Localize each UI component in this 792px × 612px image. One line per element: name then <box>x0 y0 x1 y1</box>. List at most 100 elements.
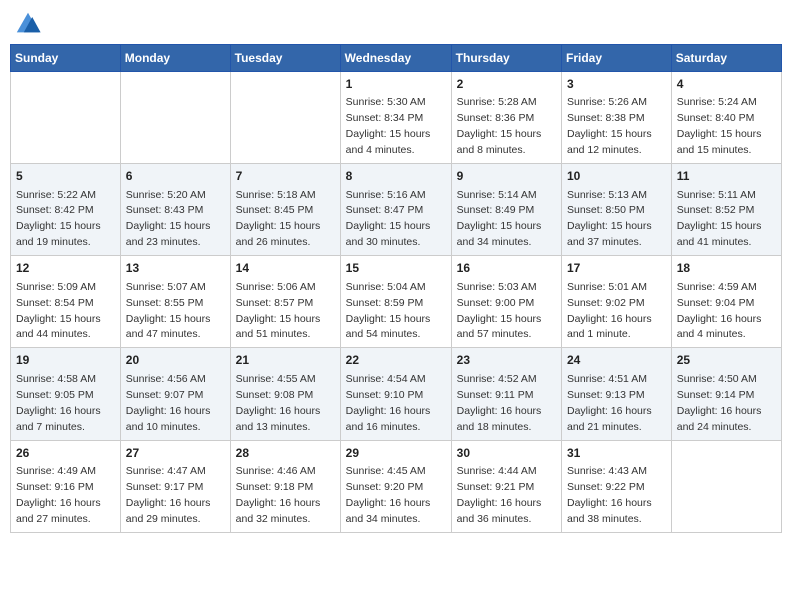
calendar-cell: 10Sunrise: 5:13 AM Sunset: 8:50 PM Dayli… <box>562 164 672 256</box>
day-info: Sunrise: 4:43 AM Sunset: 9:22 PM Dayligh… <box>567 465 652 525</box>
day-info: Sunrise: 4:46 AM Sunset: 9:18 PM Dayligh… <box>236 465 321 525</box>
header-row: SundayMondayTuesdayWednesdayThursdayFrid… <box>11 45 782 72</box>
calendar-cell: 2Sunrise: 5:28 AM Sunset: 8:36 PM Daylig… <box>451 72 561 164</box>
day-number: 5 <box>16 168 115 185</box>
calendar-cell: 7 Sunrise: 5:18 AM Sunset: 8:45 PM Daylig… <box>230 164 340 256</box>
day-number: 16 <box>457 260 556 277</box>
calendar-cell: 29 Sunrise: 4:45 AM Sunset: 9:20 PM Dayli… <box>340 440 451 532</box>
day-info: Sunrise: 4:52 AM Sunset: 9:11 PM Dayligh… <box>457 373 542 433</box>
day-info: Sunrise: 5:01 AM Sunset: 9:02 PM Dayligh… <box>567 281 652 341</box>
day-info: Sunrise: 5:26 AM Sunset: 8:38 PM Dayligh… <box>567 96 652 156</box>
day-info: Sunrise: 5:06 AM Sunset: 8:57 PM Dayligh… <box>236 281 321 341</box>
day-number: 31 <box>567 445 666 462</box>
week-row-5: 26Sunrise: 4:49 AM Sunset: 9:16 PM Dayli… <box>11 440 782 532</box>
calendar-cell: 4Sunrise: 5:24 AM Sunset: 8:40 PM Daylig… <box>671 72 781 164</box>
calendar-cell: 18Sunrise: 4:59 AM Sunset: 9:04 PM Dayli… <box>671 256 781 348</box>
calendar-cell: 16 Sunrise: 5:03 AM Sunset: 9:00 PM Dayli… <box>451 256 561 348</box>
calendar-cell: 24 Sunrise: 4:51 AM Sunset: 9:13 PM Dayli… <box>562 348 672 440</box>
calendar-cell: 15 Sunrise: 5:04 AM Sunset: 8:59 PM Dayli… <box>340 256 451 348</box>
day-info: Sunrise: 5:22 AM Sunset: 8:42 PM Dayligh… <box>16 189 101 249</box>
day-number: 11 <box>677 168 776 185</box>
calendar-cell: 25 Sunrise: 4:50 AM Sunset: 9:14 PM Dayli… <box>671 348 781 440</box>
logo-icon <box>14 10 42 38</box>
day-number: 21 <box>236 352 335 369</box>
calendar-cell <box>120 72 230 164</box>
day-info: Sunrise: 5:14 AM Sunset: 8:49 PM Dayligh… <box>457 189 542 249</box>
calendar-header: SundayMondayTuesdayWednesdayThursdayFrid… <box>11 45 782 72</box>
calendar-cell: 19 Sunrise: 4:58 AM Sunset: 9:05 PM Dayli… <box>11 348 121 440</box>
day-number: 9 <box>457 168 556 185</box>
week-row-3: 12Sunrise: 5:09 AM Sunset: 8:54 PM Dayli… <box>11 256 782 348</box>
day-info: Sunrise: 4:58 AM Sunset: 9:05 PM Dayligh… <box>16 373 101 433</box>
day-info: Sunrise: 5:20 AM Sunset: 8:43 PM Dayligh… <box>126 189 211 249</box>
calendar-cell <box>671 440 781 532</box>
day-info: Sunrise: 4:55 AM Sunset: 9:08 PM Dayligh… <box>236 373 321 433</box>
day-number: 17 <box>567 260 666 277</box>
day-info: Sunrise: 4:50 AM Sunset: 9:14 PM Dayligh… <box>677 373 762 433</box>
calendar-cell: 5 Sunrise: 5:22 AM Sunset: 8:42 PM Daylig… <box>11 164 121 256</box>
page-header <box>10 10 782 38</box>
day-number: 24 <box>567 352 666 369</box>
day-number: 18 <box>677 260 776 277</box>
day-info: Sunrise: 5:03 AM Sunset: 9:00 PM Dayligh… <box>457 281 542 341</box>
logo <box>14 10 46 38</box>
day-info: Sunrise: 5:04 AM Sunset: 8:59 PM Dayligh… <box>346 281 431 341</box>
header-cell-saturday: Saturday <box>671 45 781 72</box>
calendar-cell: 6 Sunrise: 5:20 AM Sunset: 8:43 PM Daylig… <box>120 164 230 256</box>
calendar-cell: 20 Sunrise: 4:56 AM Sunset: 9:07 PM Dayli… <box>120 348 230 440</box>
calendar-cell: 12Sunrise: 5:09 AM Sunset: 8:54 PM Dayli… <box>11 256 121 348</box>
calendar-cell <box>230 72 340 164</box>
header-cell-friday: Friday <box>562 45 672 72</box>
day-number: 8 <box>346 168 446 185</box>
calendar-body: 1Sunrise: 5:30 AM Sunset: 8:34 PM Daylig… <box>11 72 782 533</box>
day-number: 29 <box>346 445 446 462</box>
calendar-cell: 9 Sunrise: 5:14 AM Sunset: 8:49 PM Daylig… <box>451 164 561 256</box>
calendar-cell: 14Sunrise: 5:06 AM Sunset: 8:57 PM Dayli… <box>230 256 340 348</box>
day-info: Sunrise: 4:54 AM Sunset: 9:10 PM Dayligh… <box>346 373 431 433</box>
calendar-cell: 23 Sunrise: 4:52 AM Sunset: 9:11 PM Dayli… <box>451 348 561 440</box>
day-info: Sunrise: 4:44 AM Sunset: 9:21 PM Dayligh… <box>457 465 542 525</box>
day-number: 25 <box>677 352 776 369</box>
day-info: Sunrise: 4:56 AM Sunset: 9:07 PM Dayligh… <box>126 373 211 433</box>
day-info: Sunrise: 5:18 AM Sunset: 8:45 PM Dayligh… <box>236 189 321 249</box>
day-number: 10 <box>567 168 666 185</box>
calendar-cell: 21 Sunrise: 4:55 AM Sunset: 9:08 PM Dayli… <box>230 348 340 440</box>
calendar-table: SundayMondayTuesdayWednesdayThursdayFrid… <box>10 44 782 533</box>
day-info: Sunrise: 5:30 AM Sunset: 8:34 PM Dayligh… <box>346 96 431 156</box>
calendar-cell: 13 Sunrise: 5:07 AM Sunset: 8:55 PM Dayli… <box>120 256 230 348</box>
calendar-cell: 22Sunrise: 4:54 AM Sunset: 9:10 PM Dayli… <box>340 348 451 440</box>
day-number: 6 <box>126 168 225 185</box>
header-cell-thursday: Thursday <box>451 45 561 72</box>
day-number: 20 <box>126 352 225 369</box>
header-cell-sunday: Sunday <box>11 45 121 72</box>
day-info: Sunrise: 4:51 AM Sunset: 9:13 PM Dayligh… <box>567 373 652 433</box>
day-number: 28 <box>236 445 335 462</box>
day-number: 30 <box>457 445 556 462</box>
day-info: Sunrise: 4:45 AM Sunset: 9:20 PM Dayligh… <box>346 465 431 525</box>
day-number: 2 <box>457 76 556 93</box>
header-cell-tuesday: Tuesday <box>230 45 340 72</box>
day-info: Sunrise: 5:16 AM Sunset: 8:47 PM Dayligh… <box>346 189 431 249</box>
day-number: 19 <box>16 352 115 369</box>
day-number: 23 <box>457 352 556 369</box>
week-row-4: 19 Sunrise: 4:58 AM Sunset: 9:05 PM Dayli… <box>11 348 782 440</box>
day-number: 12 <box>16 260 115 277</box>
header-cell-monday: Monday <box>120 45 230 72</box>
day-info: Sunrise: 5:24 AM Sunset: 8:40 PM Dayligh… <box>677 96 762 156</box>
day-number: 13 <box>126 260 225 277</box>
calendar-cell: 28 Sunrise: 4:46 AM Sunset: 9:18 PM Dayli… <box>230 440 340 532</box>
calendar-cell: 26Sunrise: 4:49 AM Sunset: 9:16 PM Dayli… <box>11 440 121 532</box>
day-number: 7 <box>236 168 335 185</box>
calendar-cell: 1Sunrise: 5:30 AM Sunset: 8:34 PM Daylig… <box>340 72 451 164</box>
header-cell-wednesday: Wednesday <box>340 45 451 72</box>
calendar-cell: 30 Sunrise: 4:44 AM Sunset: 9:21 PM Dayli… <box>451 440 561 532</box>
day-info: Sunrise: 5:07 AM Sunset: 8:55 PM Dayligh… <box>126 281 211 341</box>
day-info: Sunrise: 4:49 AM Sunset: 9:16 PM Dayligh… <box>16 465 101 525</box>
day-number: 15 <box>346 260 446 277</box>
calendar-cell: 3 Sunrise: 5:26 AM Sunset: 8:38 PM Daylig… <box>562 72 672 164</box>
calendar-cell: 27Sunrise: 4:47 AM Sunset: 9:17 PM Dayli… <box>120 440 230 532</box>
day-number: 3 <box>567 76 666 93</box>
day-info: Sunrise: 4:47 AM Sunset: 9:17 PM Dayligh… <box>126 465 211 525</box>
week-row-1: 1Sunrise: 5:30 AM Sunset: 8:34 PM Daylig… <box>11 72 782 164</box>
calendar-cell: 8 Sunrise: 5:16 AM Sunset: 8:47 PM Daylig… <box>340 164 451 256</box>
